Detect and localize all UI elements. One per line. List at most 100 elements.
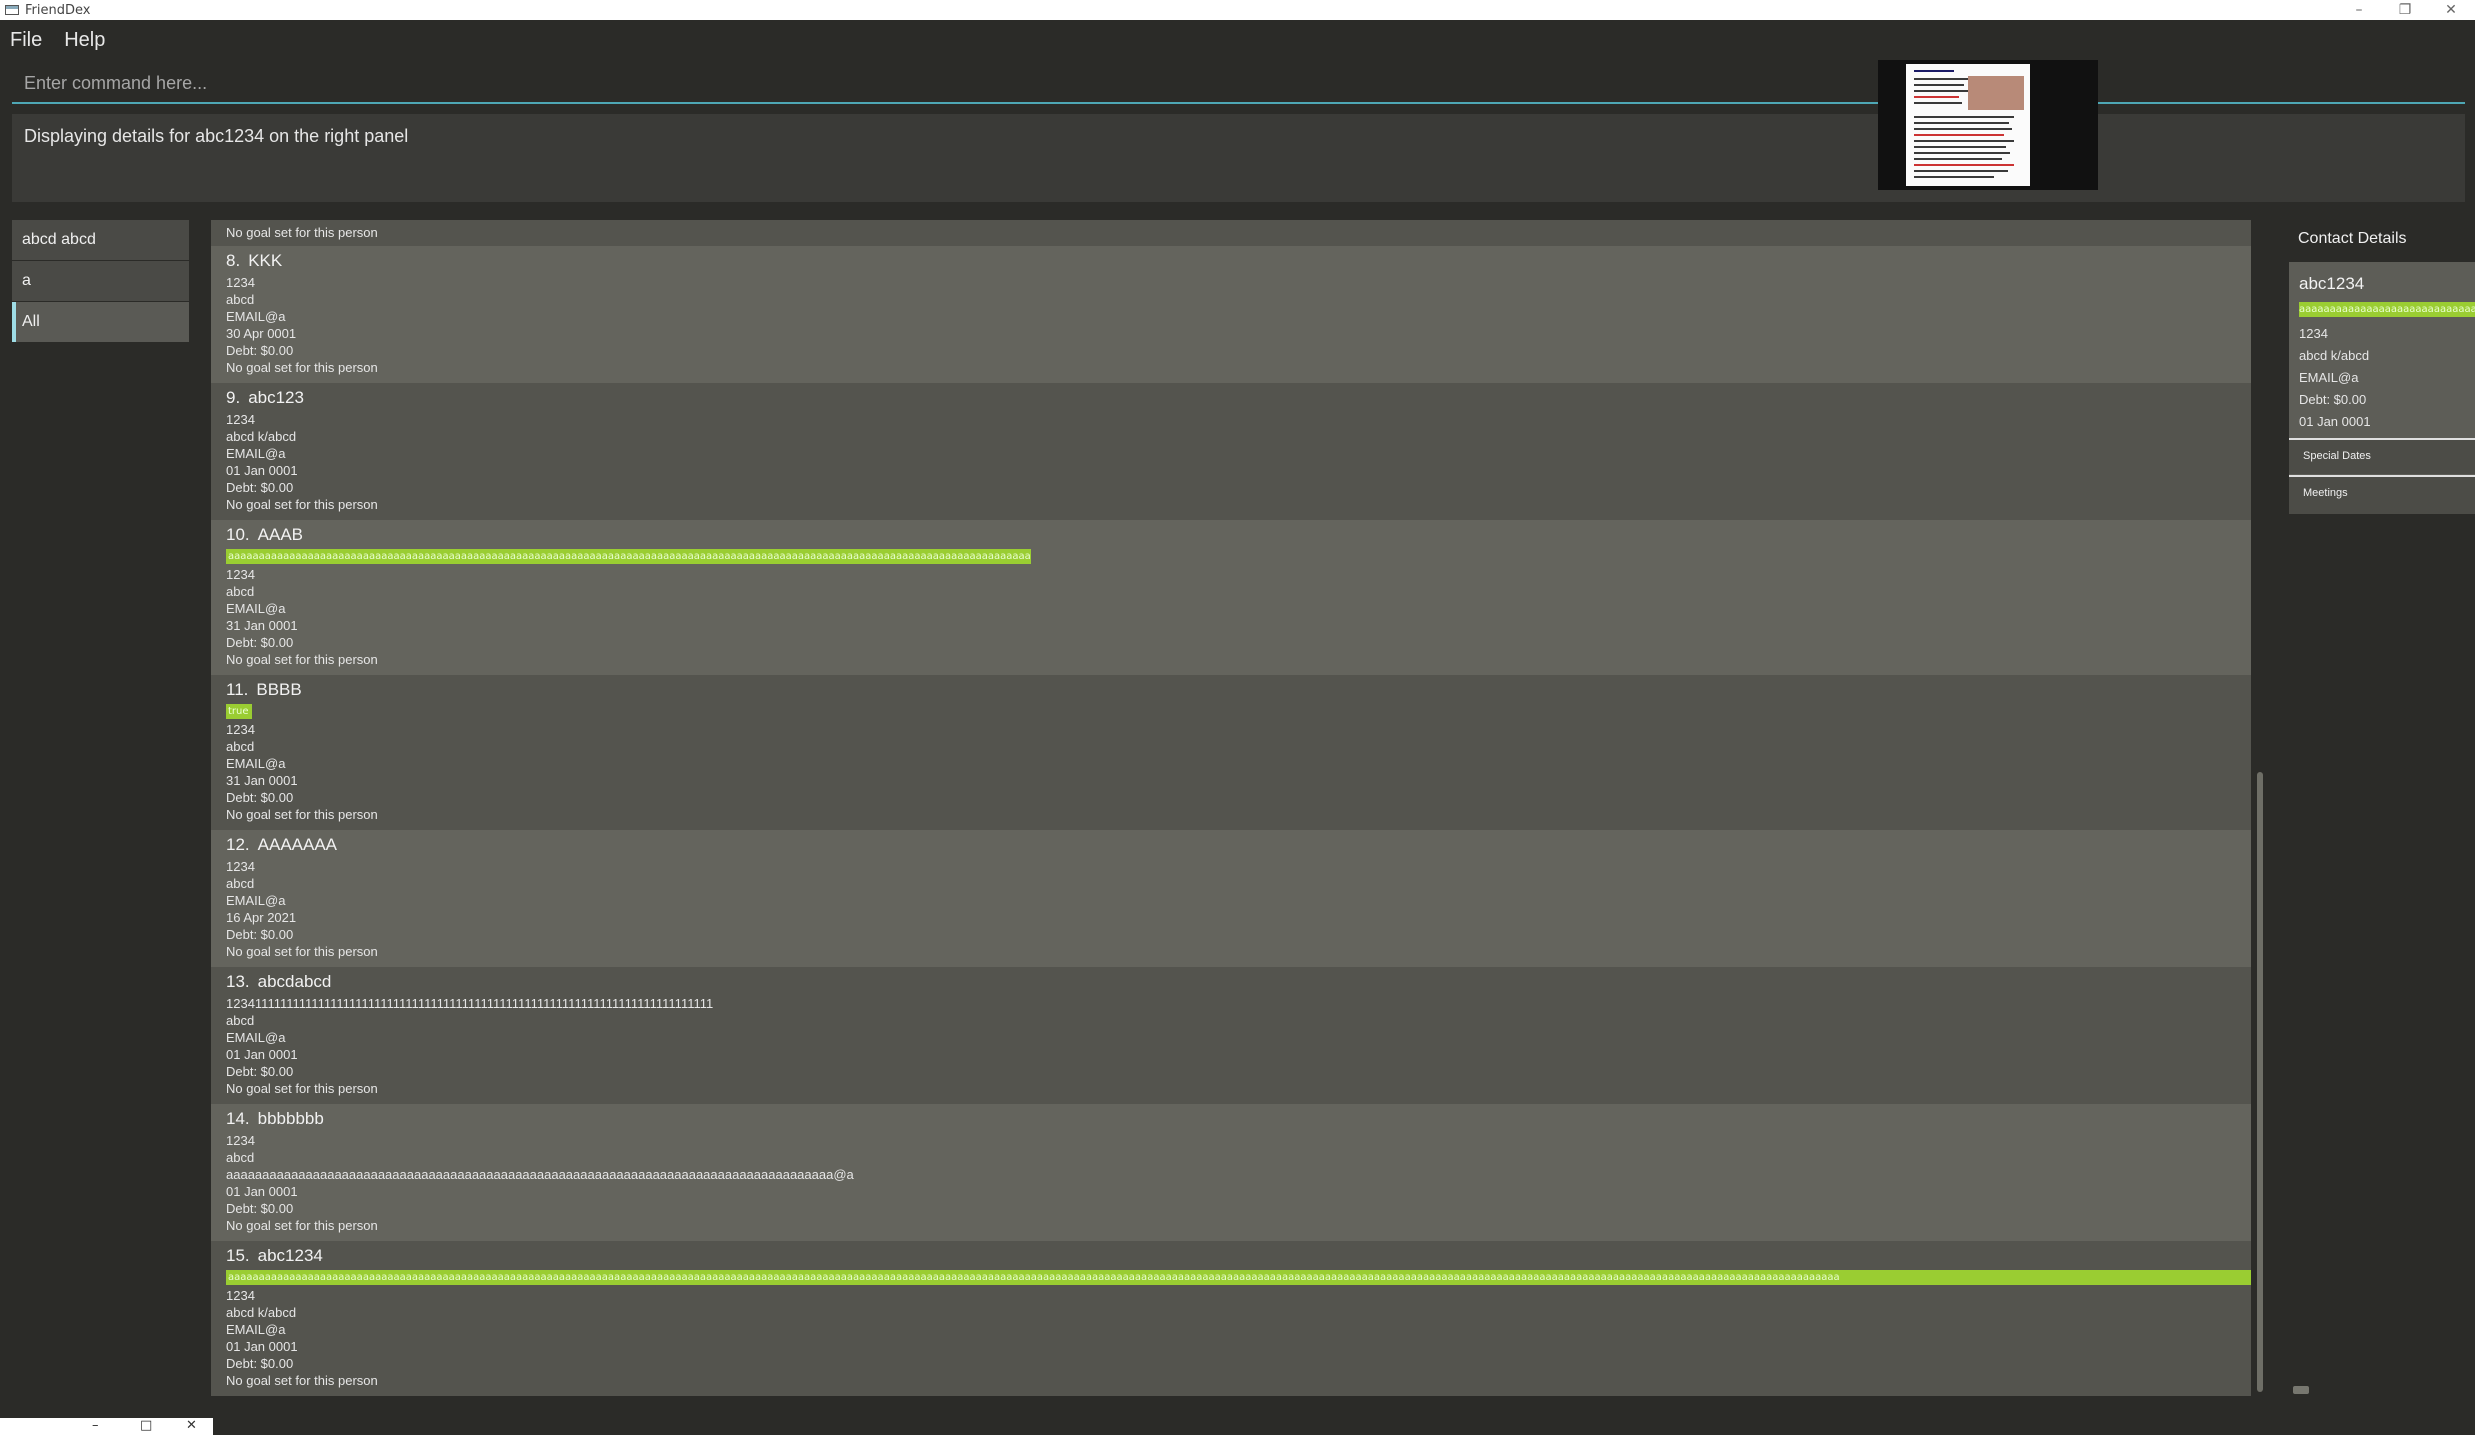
person-name-text: abc123 [248, 388, 304, 407]
person-email: EMAIL@a [226, 1030, 286, 1045]
person-debt: Debt: $0.00 [226, 635, 294, 650]
person-goal: No goal set for this person [226, 1081, 378, 1096]
person-email: EMAIL@a [226, 893, 286, 908]
details-address: abcd k/abcd [2299, 348, 2370, 363]
title-bar: FriendDex – ❐ ✕ [0, 0, 2475, 20]
person-name: 13. abcdabcd [226, 967, 2251, 995]
person-date: 01 Jan 0001 [226, 1184, 298, 1199]
close-icon[interactable]: ✕ [186, 1418, 197, 1433]
person-date: 30 Apr 0001 [226, 326, 297, 341]
details-date: 01 Jan 0001 [2299, 414, 2371, 429]
person-name: 11. BBBB [226, 675, 2251, 703]
person-date: 01 Jan 0001 [226, 1339, 298, 1354]
person-index: 10. [226, 525, 250, 544]
person-email: EMAIL@a [226, 601, 286, 616]
person-date: 01 Jan 0001 [226, 463, 298, 478]
details-tag: aaaaaaaaaaaaaaaaaaaaaaaaaaaaaaaaaaaaaaaa… [2299, 302, 2475, 317]
details-debt: Debt: $0.00 [2299, 392, 2367, 407]
person-card[interactable]: 9. abc123 1234 abcd k/abcd EMAIL@a 01 Jan… [211, 383, 2251, 520]
person-card[interactable]: 14. bbbbbbb 1234 abcd aaaaaaaaaaaaaaaaaaa… [211, 1104, 2251, 1241]
details-scrollbar-thumb[interactable] [2293, 1386, 2309, 1394]
person-name-text: BBBB [256, 680, 302, 699]
person-goal: No goal set for this person [226, 652, 378, 667]
tag-item-abcd-abcd[interactable]: abcd abcd [12, 220, 189, 260]
person-name-text: AAAB [257, 525, 303, 544]
person-list-scrollbar-thumb[interactable] [2257, 772, 2263, 1392]
window-thumbnail-preview[interactable] [1878, 60, 2098, 190]
menu-help[interactable]: Help [54, 29, 113, 52]
person-email: EMAIL@a [226, 1322, 286, 1337]
person-name: 8. KKK [226, 246, 2251, 274]
taskbar-window-controls: – □ ✕ [0, 1418, 213, 1435]
person-date: 31 Jan 0001 [226, 618, 298, 633]
person-goal: No goal set for this person [226, 497, 378, 512]
person-name: 14. bbbbbbb [226, 1104, 2251, 1132]
person-phone: 1234 [226, 722, 255, 737]
person-name-text: KKK [248, 251, 283, 270]
minimize-icon[interactable]: – [2336, 0, 2382, 20]
person-goal: No goal set for this person [226, 807, 378, 822]
person-goal: No goal set for this person [226, 1218, 378, 1233]
tag-item-all[interactable]: All [12, 302, 189, 342]
contact-details-panel: abc1234 aaaaaaaaaaaaaaaaaaaaaaaaaaaaaaaa… [2289, 262, 2475, 514]
person-debt: Debt: $0.00 [226, 927, 294, 942]
person-phone: 1234 [226, 1288, 255, 1303]
tag-item-a[interactable]: a [12, 261, 189, 301]
person-index: 8. [226, 251, 241, 270]
person-tag: aaaaaaaaaaaaaaaaaaaaaaaaaaaaaaaaaaaaaaaa… [226, 1270, 2251, 1285]
result-text: Displaying details for abc1234 on the ri… [24, 126, 409, 146]
person-name-text: bbbbbbb [257, 1109, 324, 1128]
person-tag: aaaaaaaaaaaaaaaaaaaaaaaaaaaaaaaaaaaaaaaa… [226, 549, 1031, 564]
person-index: 9. [226, 388, 241, 407]
meetings-label: Meetings [2303, 487, 2348, 499]
person-card[interactable]: 13. abcdabcd 1234111111111111111111111111… [211, 967, 2251, 1104]
person-index: 12. [226, 835, 250, 854]
person-list[interactable]: No goal set for this person 8. KKK 1234 a… [211, 220, 2251, 1396]
thumbnail-photo [1968, 76, 2024, 110]
person-goal: No goal set for this person [226, 1373, 378, 1388]
close-icon[interactable]: ✕ [2428, 0, 2474, 20]
details-name: abc1234 [2299, 274, 2365, 293]
person-index: 13. [226, 972, 250, 991]
person-debt: Debt: $0.00 [226, 480, 294, 495]
special-dates-section[interactable]: Special Dates [2289, 438, 2475, 474]
tag-list: abcd abcd a All [12, 220, 189, 343]
person-name: 12. AAAAAAA [226, 830, 2251, 858]
tag-label: abcd abcd [22, 231, 96, 248]
person-debt: Debt: $0.00 [226, 343, 294, 358]
person-name-text: abcdabcd [257, 972, 332, 991]
person-card[interactable]: 8. KKK 1234 abcd EMAIL@a 30 Apr 0001 Debt… [211, 246, 2251, 383]
person-card[interactable]: 10. AAAB aaaaaaaaaaaaaaaaaaaaaaaaaaaaaaaa… [211, 520, 2251, 675]
person-goal: No goal set for this person [226, 944, 378, 959]
person-phone: 1234 [226, 567, 255, 582]
person-phone: 1234 [226, 412, 255, 427]
person-card[interactable]: 12. AAAAAAA 1234 abcd EMAIL@a 16 Apr 2021… [211, 830, 2251, 967]
person-name: 10. AAAB [226, 520, 2251, 548]
person-email: EMAIL@a [226, 756, 286, 771]
person-name: 15. abc1234 [226, 1241, 2251, 1269]
person-address: abcd k/abcd [226, 429, 297, 444]
contact-details-title: Contact Details [2298, 230, 2407, 247]
person-card-partial[interactable]: No goal set for this person [211, 220, 2251, 246]
person-email: aaaaaaaaaaaaaaaaaaaaaaaaaaaaaaaaaaaaaaaa… [226, 1167, 854, 1182]
special-dates-label: Special Dates [2303, 450, 2371, 462]
person-index: 11. [226, 680, 249, 699]
person-card[interactable]: 11. BBBB true 1234 abcd EMAIL@a 31 Jan 00… [211, 675, 2251, 830]
restore-icon[interactable]: □ [140, 1418, 152, 1433]
meetings-section[interactable]: Meetings [2289, 475, 2475, 514]
app-icon [5, 5, 19, 15]
restore-icon[interactable]: ❐ [2382, 0, 2428, 20]
person-name: 9. abc123 [226, 383, 2251, 411]
minimize-icon[interactable]: – [92, 1418, 99, 1433]
person-debt: Debt: $0.00 [226, 790, 294, 805]
person-goal: No goal set for this person [226, 360, 378, 375]
person-phone: 1234 [226, 859, 255, 874]
person-address: abcd [226, 292, 255, 307]
person-tag: true [226, 704, 252, 719]
tag-label: a [22, 272, 31, 289]
details-email: EMAIL@a [2299, 370, 2359, 385]
person-card[interactable]: 15. abc1234 aaaaaaaaaaaaaaaaaaaaaaaaaaaaa… [211, 1241, 2251, 1396]
menu-bar: File Help [0, 22, 117, 58]
person-address: abcd [226, 739, 255, 754]
menu-file[interactable]: File [0, 29, 50, 52]
